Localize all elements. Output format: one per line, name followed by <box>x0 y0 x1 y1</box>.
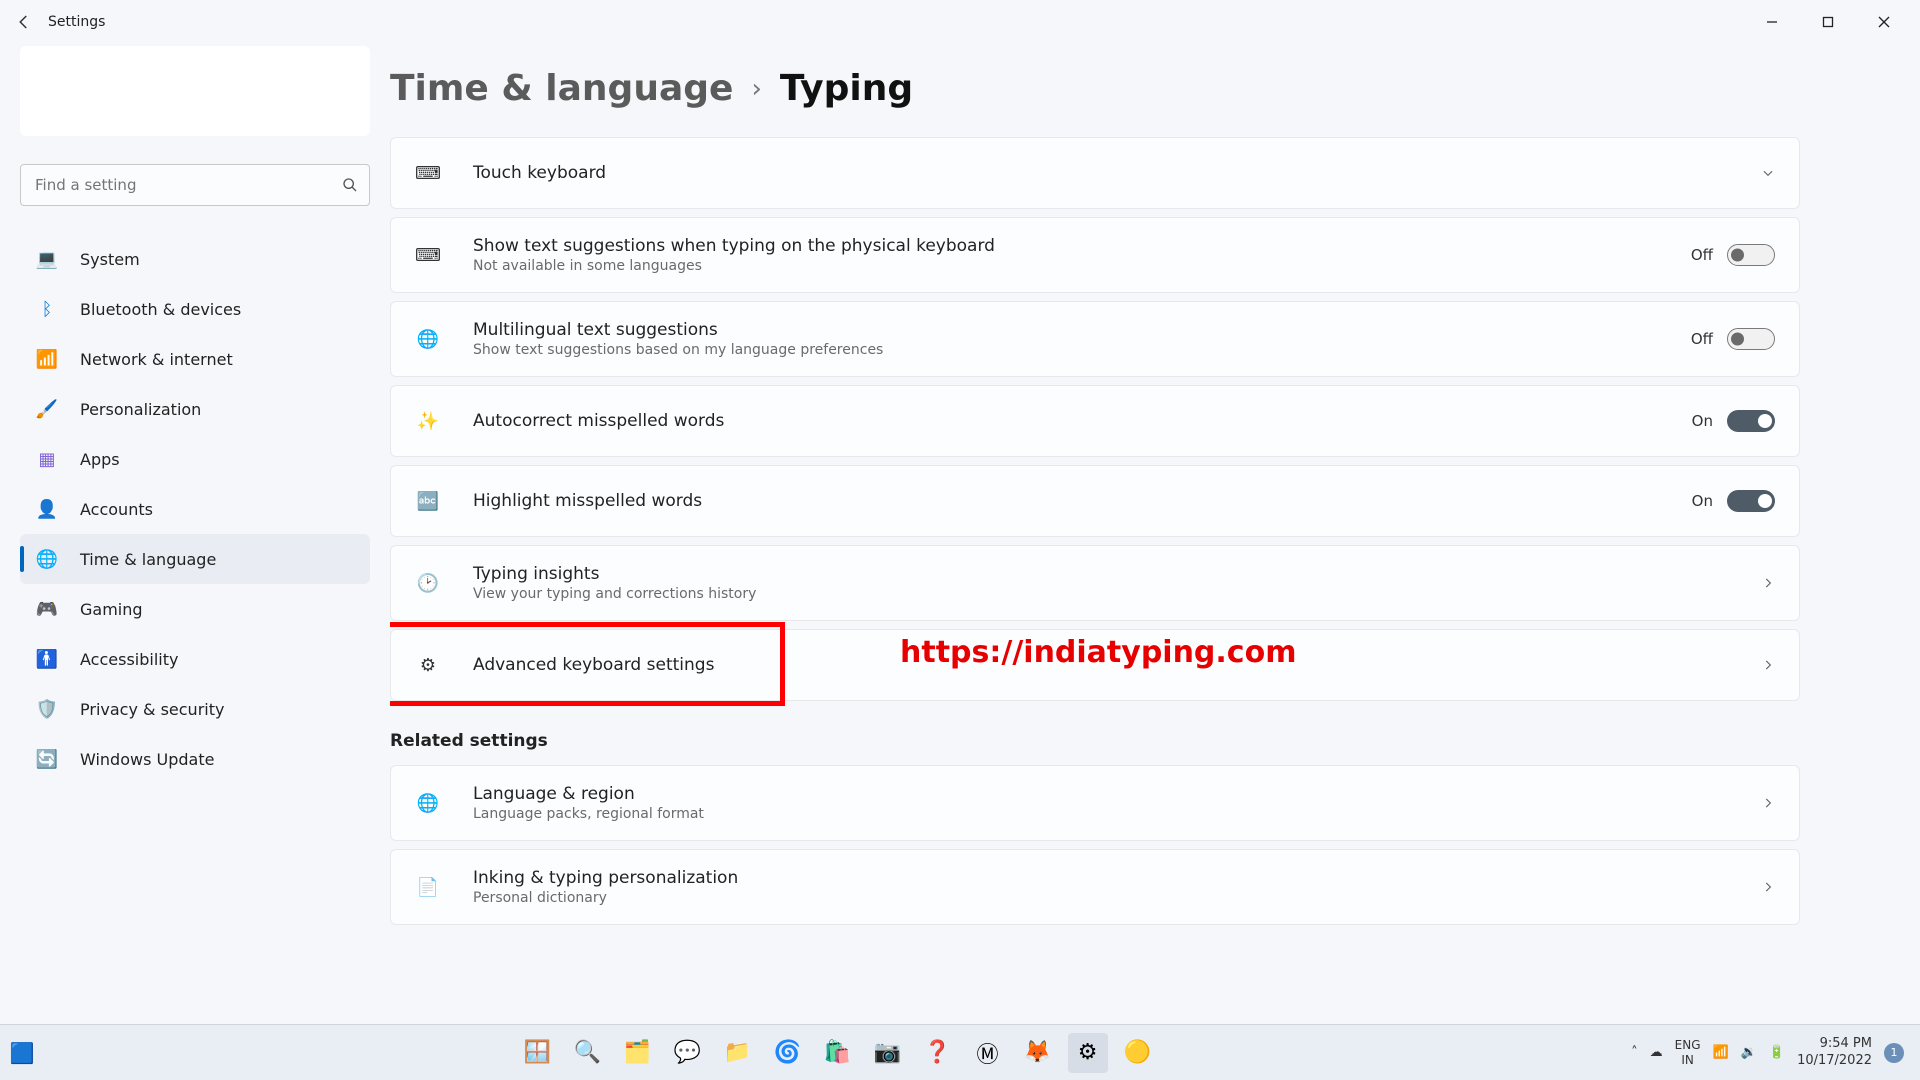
nav-icon: 🔄 <box>34 746 60 772</box>
search-input[interactable] <box>20 164 370 206</box>
file-explorer-button[interactable]: 📁 <box>718 1033 758 1073</box>
chat-button[interactable]: 💬 <box>668 1033 708 1073</box>
volume-icon[interactable]: 🔉 <box>1741 1045 1757 1060</box>
physical-suggestions-toggle[interactable] <box>1727 244 1775 266</box>
search-taskbar-button[interactable]: 🔍 <box>568 1033 608 1073</box>
wifi-icon[interactable]: 📶 <box>1713 1045 1729 1060</box>
minimize-button[interactable] <box>1744 4 1800 40</box>
keyboard-icon: ⌨ <box>415 242 441 268</box>
onedrive-icon[interactable]: ☁ <box>1650 1045 1663 1060</box>
chevron-right-icon: › <box>751 74 761 104</box>
sidebar-item-system[interactable]: 💻 System <box>20 234 370 284</box>
sidebar-item-personalization[interactable]: 🖌️ Personalization <box>20 384 370 434</box>
sidebar-item-label: Privacy & security <box>80 700 224 719</box>
app-icon[interactable]: Ⓜ <box>968 1033 1008 1073</box>
task-view-button[interactable]: 🗂️ <box>618 1033 658 1073</box>
touch-keyboard-row[interactable]: ⌨ Touch keyboard <box>390 137 1800 209</box>
chevron-right-icon <box>1761 576 1775 590</box>
sidebar-item-label: Windows Update <box>80 750 214 769</box>
multilingual-toggle[interactable] <box>1727 328 1775 350</box>
nav-icon: 🛡️ <box>34 696 60 722</box>
store-button[interactable]: 🛍️ <box>818 1033 858 1073</box>
sidebar-item-label: Accounts <box>80 500 153 519</box>
wand-icon: ✨ <box>415 408 441 434</box>
chrome-button[interactable]: 🟡 <box>1118 1033 1158 1073</box>
sidebar-item-label: System <box>80 250 140 269</box>
nav-icon: 📶 <box>34 346 60 372</box>
sidebar-item-label: Time & language <box>80 550 216 569</box>
page-title: Typing <box>780 68 913 109</box>
sidebar-item-label: Apps <box>80 450 120 469</box>
nav-icon: 🖌️ <box>34 396 60 422</box>
nav-icon: 💻 <box>34 246 60 272</box>
gear-icon: ⚙ <box>415 652 441 678</box>
sidebar-item-label: Bluetooth & devices <box>80 300 241 319</box>
widgets-button[interactable]: 🟦 <box>10 1041 35 1065</box>
chevron-right-icon <box>1761 880 1775 894</box>
language-region-row[interactable]: 🌐 Language & region Language packs, regi… <box>390 765 1800 841</box>
search-icon <box>342 177 358 193</box>
related-settings-header: Related settings <box>390 731 1800 751</box>
app-title: Settings <box>48 14 105 30</box>
firefox-button[interactable]: 🦊 <box>1018 1033 1058 1073</box>
sidebar-item-time-language[interactable]: 🌐 Time & language <box>20 534 370 584</box>
account-block[interactable] <box>20 46 370 136</box>
sidebar-item-network-internet[interactable]: 📶 Network & internet <box>20 334 370 384</box>
start-button[interactable]: 🪟 <box>518 1033 558 1073</box>
sidebar-item-label: Personalization <box>80 400 201 419</box>
autocorrect-row: ✨ Autocorrect misspelled words On <box>390 385 1800 457</box>
highlight-toggle[interactable] <box>1727 490 1775 512</box>
page-icon: 📄 <box>415 874 441 900</box>
globe-icon: 🌐 <box>415 326 441 352</box>
edge-button[interactable]: 🌀 <box>768 1033 808 1073</box>
language-indicator[interactable]: ENG IN <box>1675 1038 1701 1067</box>
inking-row[interactable]: 📄 Inking & typing personalization Person… <box>390 849 1800 925</box>
autocorrect-toggle[interactable] <box>1727 410 1775 432</box>
app-icon[interactable]: ❓ <box>918 1033 958 1073</box>
nav-icon: ▦ <box>34 446 60 472</box>
tray-chevron-icon[interactable]: ˄ <box>1631 1045 1638 1060</box>
multilingual-row: 🌐 Multilingual text suggestions Show tex… <box>390 301 1800 377</box>
battery-icon[interactable]: 🔋 <box>1769 1045 1785 1060</box>
nav-icon: 🎮 <box>34 596 60 622</box>
sidebar-item-accessibility[interactable]: 🚹 Accessibility <box>20 634 370 684</box>
settings-taskbar-button[interactable]: ⚙ <box>1068 1033 1108 1073</box>
sidebar-item-apps[interactable]: ▦ Apps <box>20 434 370 484</box>
chevron-right-icon <box>1761 658 1775 672</box>
nav-icon: 🚹 <box>34 646 60 672</box>
taskbar: 🟦 🪟 🔍 🗂️ 💬 📁 🌀 🛍️ 📷 ❓ Ⓜ 🦊 ⚙ 🟡 ˄ ☁ ENG IN… <box>0 1024 1920 1080</box>
sidebar-item-privacy-security[interactable]: 🛡️ Privacy & security <box>20 684 370 734</box>
app-icon[interactable]: 📷 <box>868 1033 908 1073</box>
clock[interactable]: 9:54 PM 10/17/2022 <box>1797 1036 1872 1070</box>
notification-badge[interactable]: 1 <box>1884 1043 1904 1063</box>
nav-icon: 👤 <box>34 496 60 522</box>
sidebar-item-label: Gaming <box>80 600 143 619</box>
sidebar-item-bluetooth-devices[interactable]: ᛒ Bluetooth & devices <box>20 284 370 334</box>
typing-insights-row[interactable]: 🕑 Typing insights View your typing and c… <box>390 545 1800 621</box>
nav-icon: ᛒ <box>34 296 60 322</box>
back-button[interactable] <box>8 6 40 38</box>
keyboard-icon: ⌨ <box>415 160 441 186</box>
maximize-button[interactable] <box>1800 4 1856 40</box>
close-button[interactable] <box>1856 4 1912 40</box>
sidebar-item-windows-update[interactable]: 🔄 Windows Update <box>20 734 370 784</box>
sidebar-item-accounts[interactable]: 👤 Accounts <box>20 484 370 534</box>
history-icon: 🕑 <box>415 570 441 596</box>
chevron-down-icon <box>1761 166 1775 180</box>
chevron-right-icon <box>1761 796 1775 810</box>
annotation-text: https://indiatyping.com <box>900 635 1296 670</box>
breadcrumb-parent[interactable]: Time & language <box>390 68 733 109</box>
spellcheck-icon: 🔤 <box>415 488 441 514</box>
sidebar-item-label: Network & internet <box>80 350 233 369</box>
breadcrumb: Time & language › Typing <box>390 68 1800 109</box>
globe-icon: 🌐 <box>415 790 441 816</box>
sidebar-item-label: Accessibility <box>80 650 178 669</box>
nav-icon: 🌐 <box>34 546 60 572</box>
physical-suggestions-row: ⌨ Show text suggestions when typing on t… <box>390 217 1800 293</box>
sidebar-item-gaming[interactable]: 🎮 Gaming <box>20 584 370 634</box>
highlight-row: 🔤 Highlight misspelled words On <box>390 465 1800 537</box>
